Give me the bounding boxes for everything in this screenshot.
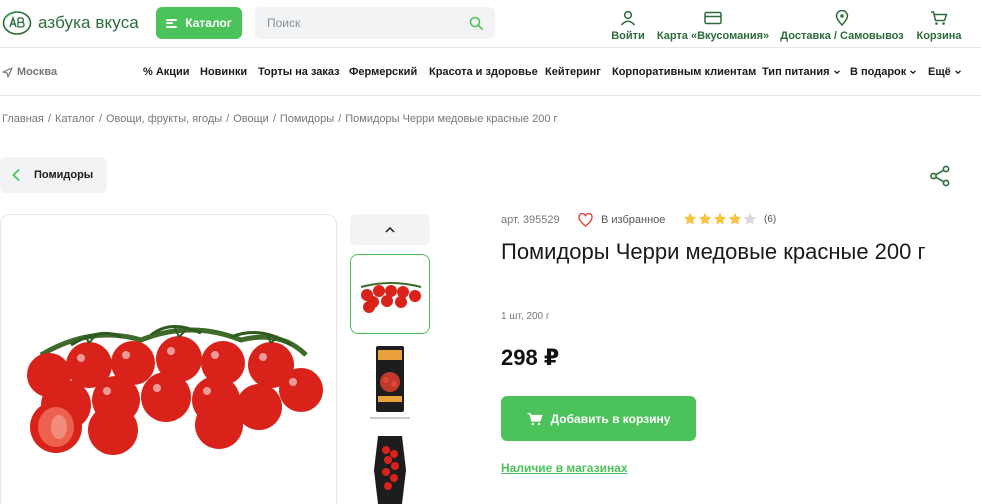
login-label: Войти <box>611 30 645 42</box>
breadcrumb-link[interactable]: Овощи, фрукты, ягоды <box>106 113 222 125</box>
favorite-label: В избранное <box>601 214 666 226</box>
catalog-button-label: Каталог <box>185 16 232 30</box>
favorite-button[interactable]: В избранное <box>578 213 665 227</box>
card-icon <box>704 11 722 25</box>
nav-item-farm[interactable]: Фермерский <box>349 66 417 78</box>
back-button-label: Помидоры <box>34 169 94 181</box>
breadcrumb-link[interactable]: Каталог <box>55 113 95 125</box>
star-icon <box>713 212 727 225</box>
star-icon <box>728 212 742 225</box>
nav-item-new[interactable]: Новинки <box>200 66 247 78</box>
chevron-down-icon <box>954 70 961 75</box>
rating-stars <box>683 212 757 226</box>
cart-button[interactable]: Корзина <box>916 6 962 42</box>
nav-item-promotions[interactable]: % Акции <box>143 66 190 78</box>
cherry-tomatoes-thumbnail <box>360 282 422 313</box>
product-rating[interactable]: (6) <box>683 212 776 226</box>
package-thumbnail <box>370 346 410 419</box>
product-sku: арт. 395529 <box>501 214 560 226</box>
product-main-image[interactable] <box>0 214 337 504</box>
delivery-button[interactable]: Доставка / Самовывоз <box>780 6 904 42</box>
nav-item-cakes[interactable]: Торты на заказ <box>258 66 340 78</box>
product-price: 298 ₽ <box>501 345 560 370</box>
nav-item-beauty[interactable]: Красота и здоровье <box>429 66 538 78</box>
chevron-down-icon <box>833 70 840 75</box>
loyalty-card-button[interactable]: Карта «Вкусомания» <box>656 6 770 42</box>
location-pin-icon <box>835 10 849 26</box>
catalog-button[interactable]: Каталог <box>156 7 242 39</box>
thumbnail-2[interactable] <box>350 342 430 422</box>
heart-icon <box>578 213 593 227</box>
chevron-up-icon <box>385 226 395 233</box>
city-selector[interactable]: Москва <box>2 66 57 78</box>
chevron-down-icon <box>910 70 917 75</box>
add-to-cart-label: Добавить в корзину <box>550 411 671 426</box>
city-label: Москва <box>17 66 58 78</box>
product-title: Помидоры Черри медовые красные 200 г <box>501 239 926 264</box>
add-to-cart-button[interactable]: Добавить в корзину <box>501 396 696 441</box>
star-icon <box>698 212 712 225</box>
nav-item-diet-type[interactable]: Тип питания <box>762 66 841 78</box>
search-icon[interactable] <box>469 16 483 30</box>
menu-icon <box>166 18 178 28</box>
nav-item-more[interactable]: Ещё <box>928 66 962 78</box>
thumbnails-up-button[interactable] <box>350 214 430 245</box>
logo-text: азбука вкуса <box>38 13 139 32</box>
thumbnail-1[interactable] <box>350 254 430 334</box>
nav-item-gifts[interactable]: В подарок <box>850 66 917 78</box>
back-button[interactable]: Помидоры <box>0 157 107 193</box>
rating-count: (6) <box>764 213 777 225</box>
loyalty-card-label: Карта «Вкусомания» <box>656 30 770 42</box>
cart-label: Корзина <box>916 30 962 42</box>
site-header: азбука вкуса Каталог Войти Карта «Вкусом… <box>0 0 981 48</box>
search-input[interactable] <box>267 16 469 30</box>
thumbnail-3[interactable] <box>350 430 430 504</box>
main-nav: Москва % Акции Новинки Торты на заказ Фе… <box>0 48 981 96</box>
tray-thumbnail <box>374 436 406 504</box>
breadcrumb-link[interactable]: Главная <box>2 113 44 125</box>
share-icon[interactable] <box>929 165 951 187</box>
nav-item-catering[interactable]: Кейтеринг <box>545 66 601 78</box>
nav-item-corporate[interactable]: Корпоративным клиентам <box>612 66 756 78</box>
breadcrumb-current: Помидоры Черри медовые красные 200 г <box>345 113 558 125</box>
login-button[interactable]: Войти <box>611 6 645 42</box>
search-box <box>255 7 495 39</box>
breadcrumb-link[interactable]: Помидоры <box>280 113 334 125</box>
cart-icon <box>527 412 543 425</box>
logo[interactable]: азбука вкуса <box>2 10 139 36</box>
delivery-label: Доставка / Самовывоз <box>780 30 904 42</box>
store-availability-link[interactable]: Наличие в магазинах <box>501 461 628 475</box>
cherry-tomatoes-image <box>27 325 323 455</box>
chevron-left-icon <box>12 169 20 181</box>
logo-icon <box>2 11 32 35</box>
product-quantity: 1 шт, 200 г <box>501 311 550 322</box>
breadcrumb-link[interactable]: Овощи <box>233 113 269 125</box>
breadcrumb: Главная / Каталог / Овощи, фрукты, ягоды / Ово… <box>2 113 558 125</box>
navigation-arrow-icon <box>2 66 13 78</box>
star-icon <box>683 212 697 225</box>
cart-icon <box>931 11 948 25</box>
star-icon <box>743 212 757 225</box>
user-icon <box>620 10 636 26</box>
